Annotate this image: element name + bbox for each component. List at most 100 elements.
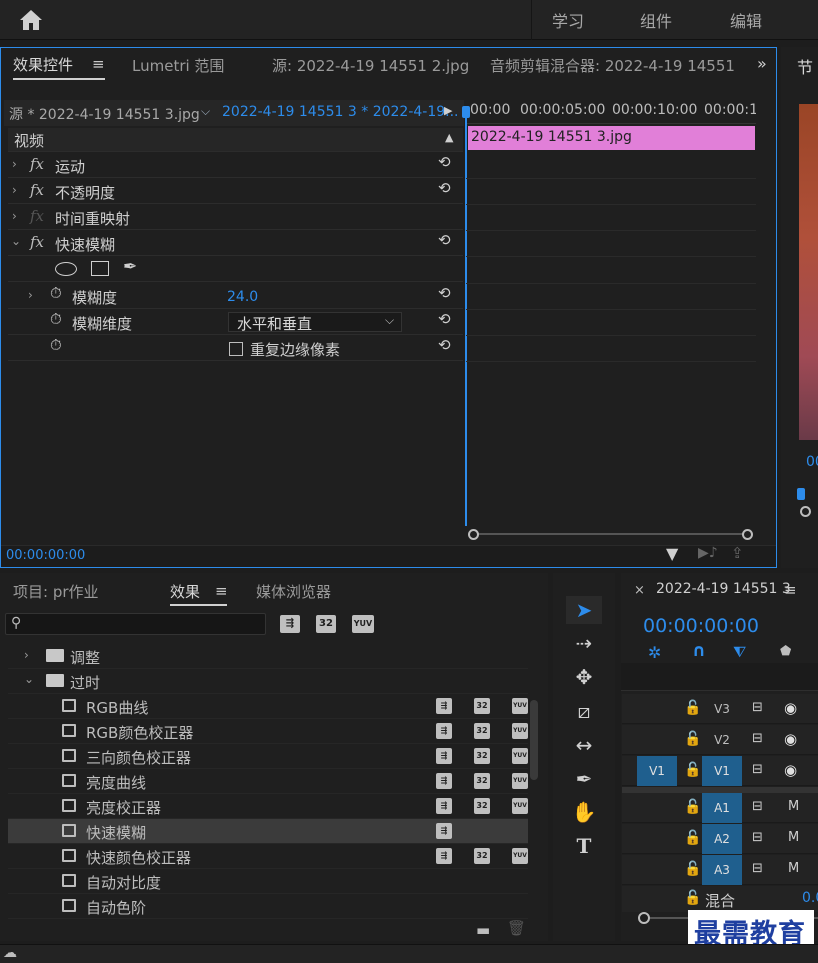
video-audio-divider[interactable] [622, 787, 818, 793]
toggle-sync-icon[interactable]: ⊟ [752, 861, 763, 876]
zoom-handle-right[interactable] [742, 529, 753, 540]
track-header-v2[interactable]: 🔓 V2 ⊟ ◉ [622, 725, 818, 755]
tab-effects[interactable]: 效果 [170, 581, 200, 602]
program-tab-title[interactable]: 节 [797, 54, 813, 78]
effect-row-opacity[interactable]: › fx 不透明度 ⟲ [8, 179, 463, 204]
new-bin-icon[interactable]: ▬ [476, 921, 490, 939]
panel-menu-icon[interactable]: ≡ [215, 582, 228, 600]
panel-menu-icon[interactable]: ≡ [92, 55, 105, 73]
effect-list-item[interactable]: 亮度曲线 ⇶ 32 YUV [8, 769, 528, 794]
time-ruler[interactable]: 00:00 00:00:05:00 00:00:10:00 00:00:1 [466, 100, 756, 124]
program-timecode[interactable]: 00 [806, 454, 818, 470]
filter-icon[interactable]: ▼ [666, 544, 678, 563]
track-select-tool-icon[interactable]: ⇢ [566, 629, 602, 657]
ripple-edit-tool-icon[interactable]: ✥ [566, 663, 602, 691]
tab-media-browser[interactable]: 媒体浏览器 [256, 581, 331, 602]
lock-icon[interactable]: 🔓 [684, 762, 701, 778]
lock-icon[interactable]: 🔓 [684, 861, 701, 877]
folder-row-obsolete[interactable]: ⌄ 过时 [8, 669, 528, 694]
track-header-a3[interactable]: 🔓 A3 ⊟ M [622, 855, 818, 885]
mute-button[interactable]: M [788, 799, 799, 814]
effect-list-item[interactable]: 快速颜色校正器 ⇶ 32 YUV [8, 844, 528, 869]
timeline-zoom-handle[interactable] [638, 912, 650, 924]
effects-scrollbar[interactable] [530, 700, 538, 780]
track-target[interactable]: A3 [702, 855, 742, 885]
param-row-blur-dimensions[interactable]: ⏱ 模糊维度 水平和垂直 ⌵ ⟲ [8, 310, 463, 335]
hand-tool-icon[interactable]: ✋ [566, 798, 602, 826]
zoom-scrollbar[interactable] [468, 529, 754, 540]
expand-chevron-icon[interactable]: › [24, 648, 29, 662]
razor-tool-icon[interactable]: ⧄ [566, 697, 602, 725]
effect-list-item[interactable]: 自动色阶 [8, 894, 528, 919]
tab-effect-controls[interactable]: 效果控件 [13, 54, 73, 75]
toggle-sync-icon[interactable]: ⊟ [752, 700, 763, 715]
param-row-blurriness[interactable]: › ⏱ 模糊度 24.0 ⟲ [8, 284, 463, 309]
eye-icon[interactable]: ◉ [784, 761, 797, 779]
reset-icon[interactable]: ⟲ [438, 179, 451, 197]
effect-list-item[interactable]: 亮度校正器 ⇶ 32 YUV [8, 794, 528, 819]
track-target[interactable]: V3 [702, 694, 742, 724]
fx-icon[interactable]: fx [30, 155, 44, 173]
slip-tool-icon[interactable]: ↔ [566, 731, 602, 759]
effect-row-time-remap[interactable]: › fx 时间重映射 [8, 205, 463, 230]
play-arrow-icon[interactable]: ▶ [444, 104, 452, 117]
effect-list-item[interactable]: RGB曲线 ⇶ 32 YUV [8, 694, 528, 719]
stopwatch-icon[interactable]: ⏱ [50, 336, 62, 354]
stopwatch-icon[interactable]: ⏱ [50, 284, 62, 302]
clip-bar[interactable]: 2022-4-19 14551 3.jpg [468, 126, 755, 150]
collapse-up-icon[interactable]: ▲ [445, 131, 453, 144]
collapse-chevron-icon[interactable]: ⌄ [11, 234, 21, 248]
folder-row-adjust[interactable]: › 调整 [8, 644, 528, 669]
accelerated-effects-filter-icon[interactable]: ⇶ [280, 615, 300, 633]
collapse-chevron-icon[interactable]: ⌄ [24, 672, 34, 686]
current-timecode[interactable]: 00:00:00:00 [6, 548, 85, 563]
effect-list-item[interactable]: 快速模糊 ⇶ [8, 819, 528, 844]
track-target[interactable]: V1 [702, 756, 742, 786]
track-target[interactable]: V2 [702, 725, 742, 755]
timeline-title[interactable]: 2022-4-19 14551 3 [656, 581, 791, 597]
lock-icon[interactable]: 🔓 [684, 799, 701, 815]
track-target[interactable]: A1 [702, 793, 742, 823]
program-zoom-handle[interactable] [800, 506, 811, 517]
add-marker-icon[interactable]: ⧨ [733, 643, 746, 661]
reset-icon[interactable]: ⟲ [438, 310, 451, 328]
creative-cloud-icon[interactable]: ☁ [3, 945, 17, 961]
eye-icon[interactable]: ◉ [784, 699, 797, 717]
effect-row-motion[interactable]: › fx 运动 ⟲ [8, 153, 463, 178]
effect-list-item[interactable]: RGB颜色校正器 ⇶ 32 YUV [8, 719, 528, 744]
effect-list-item[interactable]: 三向颜色校正器 ⇶ 32 YUV [8, 744, 528, 769]
lock-icon[interactable]: 🔓 [684, 890, 701, 906]
tab-lumetri-scopes[interactable]: Lumetri 范围 [132, 55, 224, 76]
rectangle-mask-icon[interactable] [91, 261, 109, 276]
tab-audio-clip-mixer[interactable]: 音频剪辑混合器: 2022-4-19 14551 [490, 55, 735, 76]
toggle-sync-icon[interactable]: ⊟ [752, 830, 763, 845]
32bit-filter-icon[interactable]: 32 [316, 615, 336, 633]
marker-icon[interactable]: ⬟ [780, 644, 791, 659]
expand-chevron-icon[interactable]: › [28, 288, 33, 302]
fx-icon[interactable]: fx [30, 181, 44, 199]
toggle-sync-icon[interactable]: ⊟ [752, 762, 763, 777]
lock-icon[interactable]: 🔓 [684, 830, 701, 846]
reset-icon[interactable]: ⟲ [438, 153, 451, 171]
expand-chevron-icon[interactable]: › [12, 209, 17, 223]
toggle-sync-icon[interactable]: ⊟ [752, 731, 763, 746]
blur-dimensions-select[interactable]: 水平和垂直 ⌵ [228, 312, 402, 333]
close-icon[interactable]: × [634, 583, 645, 598]
fx-icon[interactable]: fx [30, 233, 44, 251]
track-header-v1[interactable]: V1 🔓 V1 ⊟ ◉ [622, 756, 818, 786]
lock-icon[interactable]: 🔓 [684, 731, 701, 747]
blurriness-value[interactable]: 24.0 [227, 289, 258, 305]
effect-row-fast-blur[interactable]: ⌄ fx 快速模糊 ⟲ [8, 231, 463, 256]
linked-selection-icon[interactable]: ∩ [692, 641, 706, 661]
timeline-timecode[interactable]: 00:00:00:00 [643, 615, 759, 637]
playhead[interactable] [465, 106, 467, 526]
source-patch-v1[interactable]: V1 [637, 756, 677, 786]
reset-icon[interactable]: ⟲ [438, 336, 451, 354]
track-target[interactable]: A2 [702, 824, 742, 854]
zoom-handle-left[interactable] [468, 529, 479, 540]
playhead-marker[interactable] [462, 106, 470, 118]
track-header-a2[interactable]: 🔓 A2 ⊟ M [622, 824, 818, 854]
mute-button[interactable]: M [788, 830, 799, 845]
workspace-learn[interactable]: 学习 [552, 8, 584, 32]
eye-icon[interactable]: ◉ [784, 730, 797, 748]
